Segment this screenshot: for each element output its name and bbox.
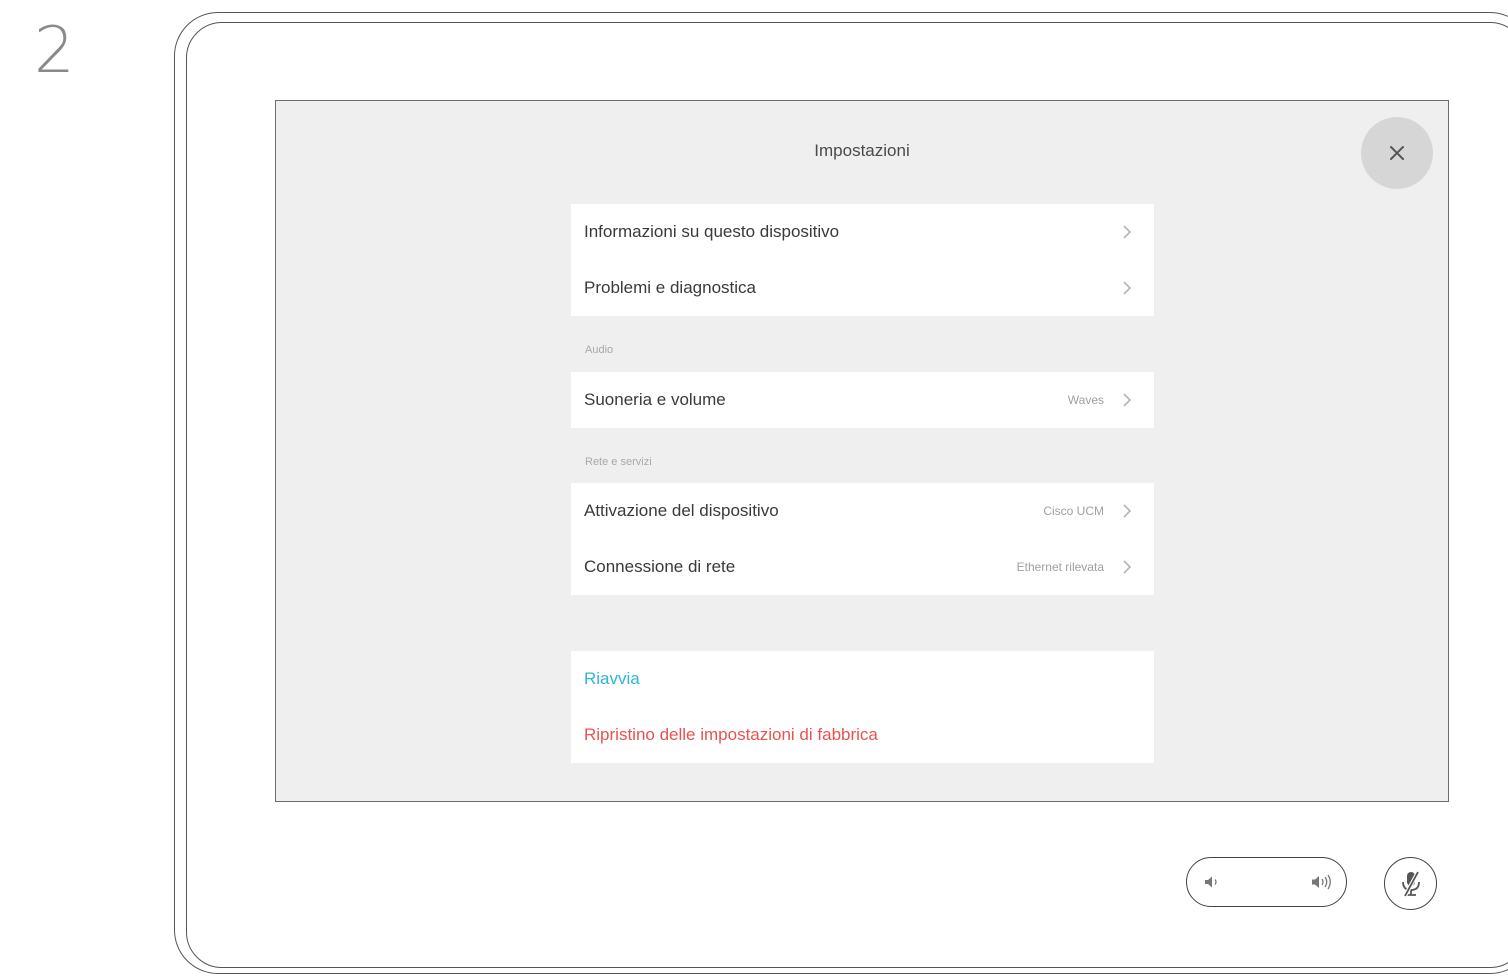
close-button[interactable] bbox=[1361, 117, 1433, 189]
close-icon bbox=[1390, 146, 1404, 160]
row-value: Cisco UCM bbox=[1043, 504, 1104, 518]
microphone-muted-icon bbox=[1401, 870, 1420, 897]
general-settings-group: Informazioni su questo dispositivo Probl… bbox=[571, 204, 1154, 316]
restart-label: Riavvia bbox=[584, 669, 640, 688]
audio-settings-group: Suoneria e volume Waves bbox=[571, 372, 1154, 428]
settings-row-issues-diagnostics[interactable]: Problemi e diagnostica bbox=[571, 260, 1154, 316]
chevron-right-icon bbox=[1123, 504, 1132, 518]
settings-row-ringtone-volume[interactable]: Suoneria e volume Waves bbox=[571, 372, 1154, 428]
volume-control bbox=[1186, 857, 1347, 907]
chevron-right-icon bbox=[1123, 393, 1132, 407]
step-number: 2 bbox=[34, 14, 75, 88]
section-header-network: Rete e servizi bbox=[585, 456, 652, 468]
section-header-audio: Audio bbox=[585, 344, 614, 356]
row-label: Attivazione del dispositivo bbox=[584, 501, 779, 520]
settings-screen: Impostazioni Informazioni su questo disp… bbox=[275, 100, 1449, 802]
settings-row-device-activation[interactable]: Attivazione del dispositivo Cisco UCM bbox=[571, 483, 1154, 539]
mute-button[interactable] bbox=[1384, 857, 1437, 910]
volume-up-icon[interactable] bbox=[1311, 872, 1333, 892]
actions-group: Riavvia Ripristino delle impostazioni di… bbox=[571, 651, 1154, 763]
factory-reset-label: Ripristino delle impostazioni di fabbric… bbox=[584, 725, 878, 744]
row-label: Informazioni su questo dispositivo bbox=[584, 222, 840, 241]
chevron-right-icon bbox=[1123, 281, 1132, 295]
volume-down-icon[interactable] bbox=[1203, 873, 1221, 891]
row-label: Problemi e diagnostica bbox=[584, 278, 756, 297]
settings-row-network-connection[interactable]: Connessione di rete Ethernet rilevata bbox=[571, 539, 1154, 595]
network-settings-group: Attivazione del dispositivo Cisco UCM Co… bbox=[571, 483, 1154, 595]
row-value: Ethernet rilevata bbox=[1016, 560, 1104, 574]
row-value: Waves bbox=[1067, 393, 1104, 407]
restart-button[interactable]: Riavvia bbox=[571, 651, 1154, 707]
settings-row-about-device[interactable]: Informazioni su questo dispositivo bbox=[571, 204, 1154, 260]
row-label: Connessione di rete bbox=[584, 557, 736, 576]
chevron-right-icon bbox=[1123, 225, 1132, 239]
page-title: Impostazioni bbox=[814, 141, 910, 160]
chevron-right-icon bbox=[1123, 560, 1132, 574]
factory-reset-button[interactable]: Ripristino delle impostazioni di fabbric… bbox=[571, 707, 1154, 763]
row-label: Suoneria e volume bbox=[584, 390, 726, 409]
